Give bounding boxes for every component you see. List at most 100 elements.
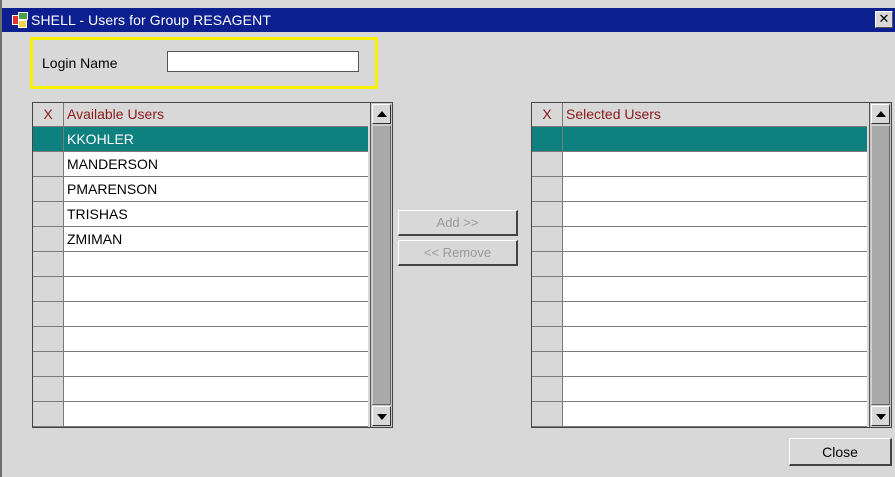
user-cell[interactable]: [64, 352, 368, 376]
row-marker-cell[interactable]: [33, 302, 64, 326]
table-row[interactable]: [532, 402, 867, 427]
row-marker-cell[interactable]: [33, 252, 64, 276]
table-row[interactable]: [532, 352, 867, 377]
table-row[interactable]: [532, 277, 867, 302]
table-row[interactable]: ZMIMAN: [33, 227, 368, 252]
table-row[interactable]: PMARENSON: [33, 177, 368, 202]
table-row[interactable]: [33, 302, 368, 327]
table-row[interactable]: [532, 252, 867, 277]
close-button[interactable]: Close: [789, 438, 892, 466]
available-users-grid: X Available Users KKOHLER MANDERSON PMAREN…: [33, 103, 368, 427]
user-cell[interactable]: [64, 327, 368, 351]
user-cell[interactable]: [563, 402, 867, 426]
row-marker-cell[interactable]: [33, 277, 64, 301]
row-marker-cell[interactable]: [532, 177, 563, 201]
user-cell[interactable]: [563, 177, 867, 201]
available-users-scrollbar[interactable]: [370, 103, 392, 427]
table-row[interactable]: [532, 152, 867, 177]
user-cell[interactable]: PMARENSON: [64, 177, 368, 201]
user-cell[interactable]: MANDERSON: [64, 152, 368, 176]
close-icon[interactable]: ✕: [875, 11, 893, 28]
selected-users-scrollbar[interactable]: [869, 103, 891, 427]
available-users-list[interactable]: X Available Users KKOHLER MANDERSON PMAREN…: [32, 102, 393, 428]
table-row[interactable]: TRISHAS: [33, 202, 368, 227]
scroll-thumb[interactable]: [871, 125, 890, 405]
table-row[interactable]: [532, 127, 867, 152]
user-cell[interactable]: [563, 277, 867, 301]
user-cell[interactable]: [563, 227, 867, 251]
table-row[interactable]: [33, 327, 368, 352]
remove-button[interactable]: << Remove: [398, 240, 518, 266]
user-cell[interactable]: TRISHAS: [64, 202, 368, 226]
row-marker-cell[interactable]: [532, 202, 563, 226]
row-marker-cell[interactable]: [532, 327, 563, 351]
window-title: SHELL - Users for Group RESAGENT: [31, 12, 271, 28]
selected-x-column-header[interactable]: X: [532, 103, 563, 126]
dialog-window: SHELL - Users for Group RESAGENT ✕ Login…: [0, 0, 895, 477]
table-row[interactable]: KKOHLER: [33, 127, 368, 152]
table-row[interactable]: MANDERSON: [33, 152, 368, 177]
table-row[interactable]: [33, 402, 368, 427]
table-row[interactable]: [532, 377, 867, 402]
arrow-down-icon: [876, 414, 886, 420]
scroll-thumb[interactable]: [372, 125, 391, 405]
user-cell[interactable]: [563, 352, 867, 376]
user-cell[interactable]: [64, 302, 368, 326]
row-marker-cell[interactable]: [532, 277, 563, 301]
selected-users-column-header[interactable]: Selected Users: [563, 103, 867, 126]
user-cell[interactable]: [64, 402, 368, 426]
row-marker-cell[interactable]: [532, 302, 563, 326]
selected-users-grid: X Selected Users: [532, 103, 867, 427]
table-row[interactable]: [532, 177, 867, 202]
row-marker-cell[interactable]: [532, 402, 563, 426]
row-marker-cell[interactable]: [532, 352, 563, 376]
row-marker-cell[interactable]: [532, 127, 563, 151]
user-cell[interactable]: [64, 277, 368, 301]
row-marker-cell[interactable]: [532, 377, 563, 401]
login-name-input[interactable]: [167, 51, 359, 72]
scroll-down-button[interactable]: [871, 406, 890, 426]
user-cell[interactable]: [563, 202, 867, 226]
scroll-up-button[interactable]: [871, 104, 890, 124]
row-marker-cell[interactable]: [33, 352, 64, 376]
title-bar[interactable]: SHELL - Users for Group RESAGENT ✕: [2, 8, 895, 32]
user-cell[interactable]: KKOHLER: [64, 127, 368, 151]
table-row[interactable]: [532, 202, 867, 227]
arrow-down-icon: [377, 414, 387, 420]
user-cell[interactable]: [563, 327, 867, 351]
table-row[interactable]: [532, 227, 867, 252]
row-marker-cell[interactable]: [33, 327, 64, 351]
user-cell[interactable]: [64, 252, 368, 276]
user-cell[interactable]: [563, 127, 867, 151]
row-marker-cell[interactable]: [33, 177, 64, 201]
user-cell[interactable]: [64, 377, 368, 401]
table-row[interactable]: [532, 327, 867, 352]
table-row[interactable]: [33, 277, 368, 302]
row-marker-cell[interactable]: [33, 152, 64, 176]
row-marker-cell[interactable]: [33, 202, 64, 226]
row-marker-cell[interactable]: [33, 127, 64, 151]
add-button[interactable]: Add >>: [398, 210, 518, 236]
user-cell[interactable]: [563, 152, 867, 176]
table-row[interactable]: [33, 252, 368, 277]
user-cell[interactable]: [563, 252, 867, 276]
row-marker-cell[interactable]: [532, 227, 563, 251]
table-row[interactable]: [33, 352, 368, 377]
scroll-up-button[interactable]: [372, 104, 391, 124]
row-marker-cell[interactable]: [33, 402, 64, 426]
app-icon: [12, 12, 28, 28]
row-marker-cell[interactable]: [33, 227, 64, 251]
selected-users-list[interactable]: X Selected Users: [531, 102, 892, 428]
row-marker-cell[interactable]: [33, 377, 64, 401]
user-cell[interactable]: [563, 302, 867, 326]
table-row[interactable]: [33, 377, 368, 402]
user-cell[interactable]: ZMIMAN: [64, 227, 368, 251]
row-marker-cell[interactable]: [532, 252, 563, 276]
table-row[interactable]: [532, 302, 867, 327]
scroll-down-button[interactable]: [372, 406, 391, 426]
available-x-column-header[interactable]: X: [33, 103, 64, 126]
close-button-label: Close: [822, 444, 858, 460]
row-marker-cell[interactable]: [532, 152, 563, 176]
user-cell[interactable]: [563, 377, 867, 401]
available-users-column-header[interactable]: Available Users: [64, 103, 368, 126]
